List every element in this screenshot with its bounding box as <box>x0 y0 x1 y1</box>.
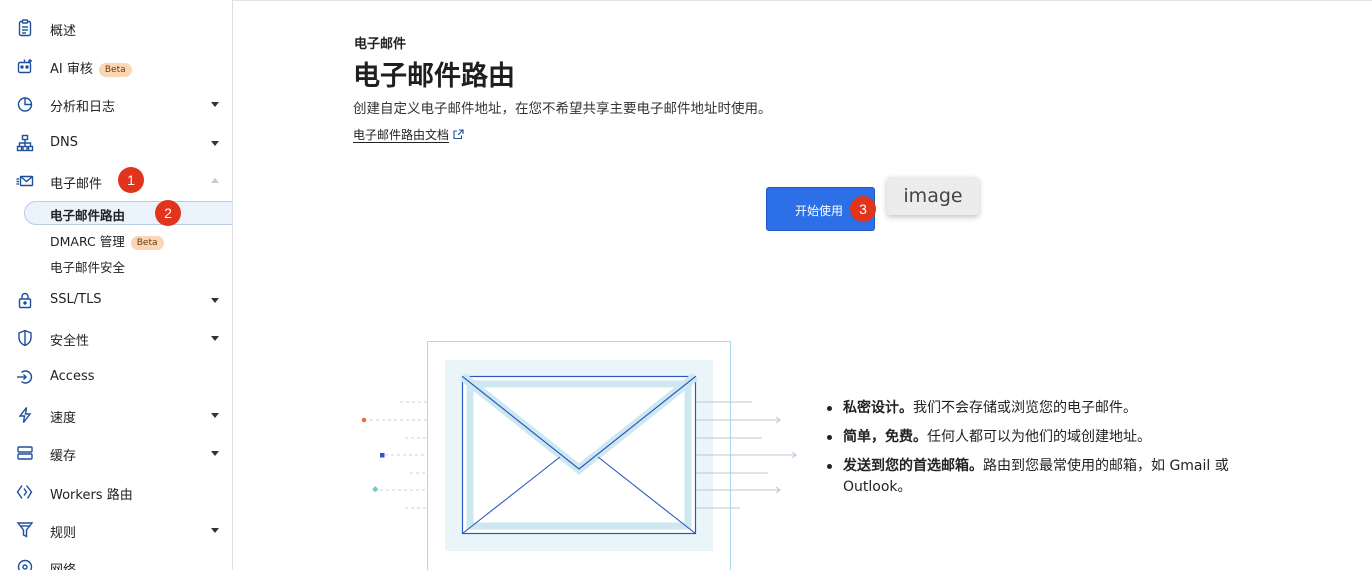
sidebar-item-label: 速度 <box>50 411 77 426</box>
sidebar-item-cache[interactable]: 缓存 <box>0 438 232 468</box>
sidebar-item-speed[interactable]: 速度 <box>0 400 232 430</box>
beta-badge: Beta <box>98 63 132 77</box>
sidebar-item-workers-routes[interactable]: Workers 路由 <box>0 477 232 507</box>
step-marker-2: 2 <box>155 200 181 226</box>
sidebar-item-label: Access <box>50 369 95 384</box>
lock-icon <box>16 291 34 309</box>
sidebar-item-label: 安全性 <box>50 334 90 349</box>
feature-list: 私密设计。我们不会存储或浏览您的电子邮件。 简单，免费。任何人都可以为他们的域创… <box>825 398 1265 506</box>
access-icon <box>16 368 34 386</box>
sidebar-item-label: 缓存 <box>50 449 77 464</box>
sidebar-item-label: 电子邮件 <box>50 177 103 192</box>
chevron-down-icon[interactable] <box>211 451 219 456</box>
sidebar-item-label: SSL/TLS <box>50 292 102 307</box>
pie-chart-icon <box>16 95 34 113</box>
feature-title: 发送到您的首选邮箱。 <box>843 458 983 474</box>
sidebar-item-ssl-tls[interactable]: SSL/TLS <box>0 285 232 315</box>
sidebar-item-dns[interactable]: DNS <box>0 128 232 158</box>
page-description: 创建自定义电子邮件地址，在您不希望共享主要电子邮件地址时使用。 <box>353 101 772 117</box>
sidebar-subitem-dmarc[interactable]: DMARC 管理 Beta <box>24 227 232 251</box>
sidebar: 概述 AI 审核 Beta 分析和日志 DNS 电子邮件 电子邮件路由 DMARC… <box>0 0 233 570</box>
sidebar-item-ai-audit[interactable]: AI 审核 Beta <box>0 51 232 81</box>
chevron-down-icon[interactable] <box>211 336 219 341</box>
sidebar-subitem-label: DMARC 管理 <box>50 234 125 249</box>
email-routing-illustration <box>361 341 797 570</box>
get-started-label: 开始使用 <box>795 204 844 218</box>
page-eyebrow: 电子邮件 <box>354 37 407 52</box>
chevron-down-icon[interactable] <box>211 298 219 303</box>
workers-icon <box>16 483 34 501</box>
sidebar-item-network[interactable]: 网络 <box>0 552 232 570</box>
sidebar-item-label: Workers 路由 <box>50 488 133 503</box>
sidebar-item-email[interactable]: 电子邮件 <box>0 166 232 196</box>
sidebar-item-label: 网络 <box>50 559 76 570</box>
chevron-down-icon[interactable] <box>211 413 219 418</box>
chevron-down-icon[interactable] <box>211 528 219 533</box>
external-link-icon <box>453 129 464 140</box>
sidebar-item-overview[interactable]: 概述 <box>0 13 232 43</box>
sidebar-item-label: AI 审核 <box>50 62 93 77</box>
feature-title: 私密设计。 <box>843 400 913 416</box>
sidebar-item-label: DNS <box>50 135 78 150</box>
sidebar-item-label: 概述 <box>50 24 77 39</box>
chevron-down-icon[interactable] <box>211 102 219 107</box>
page-title: 电子邮件路由 <box>353 61 515 92</box>
chevron-down-icon[interactable] <box>211 141 219 146</box>
sidebar-subitem-email-routing[interactable]: 电子邮件路由 <box>24 201 232 225</box>
feature-text: 任何人都可以为他们的域创建地址。 <box>927 429 1151 445</box>
funnel-icon <box>16 521 34 539</box>
red-dot-icon <box>361 417 367 423</box>
step-marker-3: 3 <box>850 196 876 222</box>
network-icon <box>16 134 34 152</box>
chevron-up-icon[interactable] <box>211 178 219 183</box>
feature-item: 发送到您的首选邮箱。路由到您最常使用的邮箱，如 Gmail 或 Outlook。 <box>825 456 1265 498</box>
sidebar-item-label: 规则 <box>50 526 77 541</box>
blue-square-icon <box>380 453 385 458</box>
sidebar-item-analytics[interactable]: 分析和日志 <box>0 89 232 119</box>
envelope-icon <box>16 172 34 190</box>
sidebar-item-label: 分析和日志 <box>50 100 116 115</box>
shield-icon <box>16 329 34 347</box>
clipboard-icon <box>16 19 34 37</box>
feature-title: 简单，免费。 <box>843 429 927 445</box>
teal-diamond-icon <box>372 486 379 493</box>
globe-icon <box>16 558 34 570</box>
sidebar-item-access[interactable]: Access <box>0 362 232 392</box>
step-marker-1: 1 <box>118 167 144 193</box>
feature-text: 我们不会存储或浏览您的电子邮件。 <box>913 400 1137 416</box>
feature-item: 简单，免费。任何人都可以为他们的域创建地址。 <box>825 427 1265 448</box>
bolt-icon <box>16 406 34 424</box>
sidebar-subitem-email-security[interactable]: 电子邮件安全 <box>24 253 232 277</box>
sidebar-item-security[interactable]: 安全性 <box>0 323 232 353</box>
sidebar-subitem-label: 电子邮件安全 <box>50 260 126 275</box>
sidebar-subitem-label: 电子邮件路由 <box>50 208 126 223</box>
beta-badge: Beta <box>130 236 164 250</box>
docs-link-label: 电子邮件路由文档 <box>353 128 450 142</box>
docs-link[interactable]: 电子邮件路由文档 <box>353 126 464 143</box>
feature-item: 私密设计。我们不会存储或浏览您的电子邮件。 <box>825 398 1265 419</box>
storage-icon <box>16 444 34 462</box>
image-tooltip: image <box>887 177 979 215</box>
robot-icon <box>16 57 34 75</box>
sidebar-item-rules[interactable]: 规则 <box>0 515 232 545</box>
